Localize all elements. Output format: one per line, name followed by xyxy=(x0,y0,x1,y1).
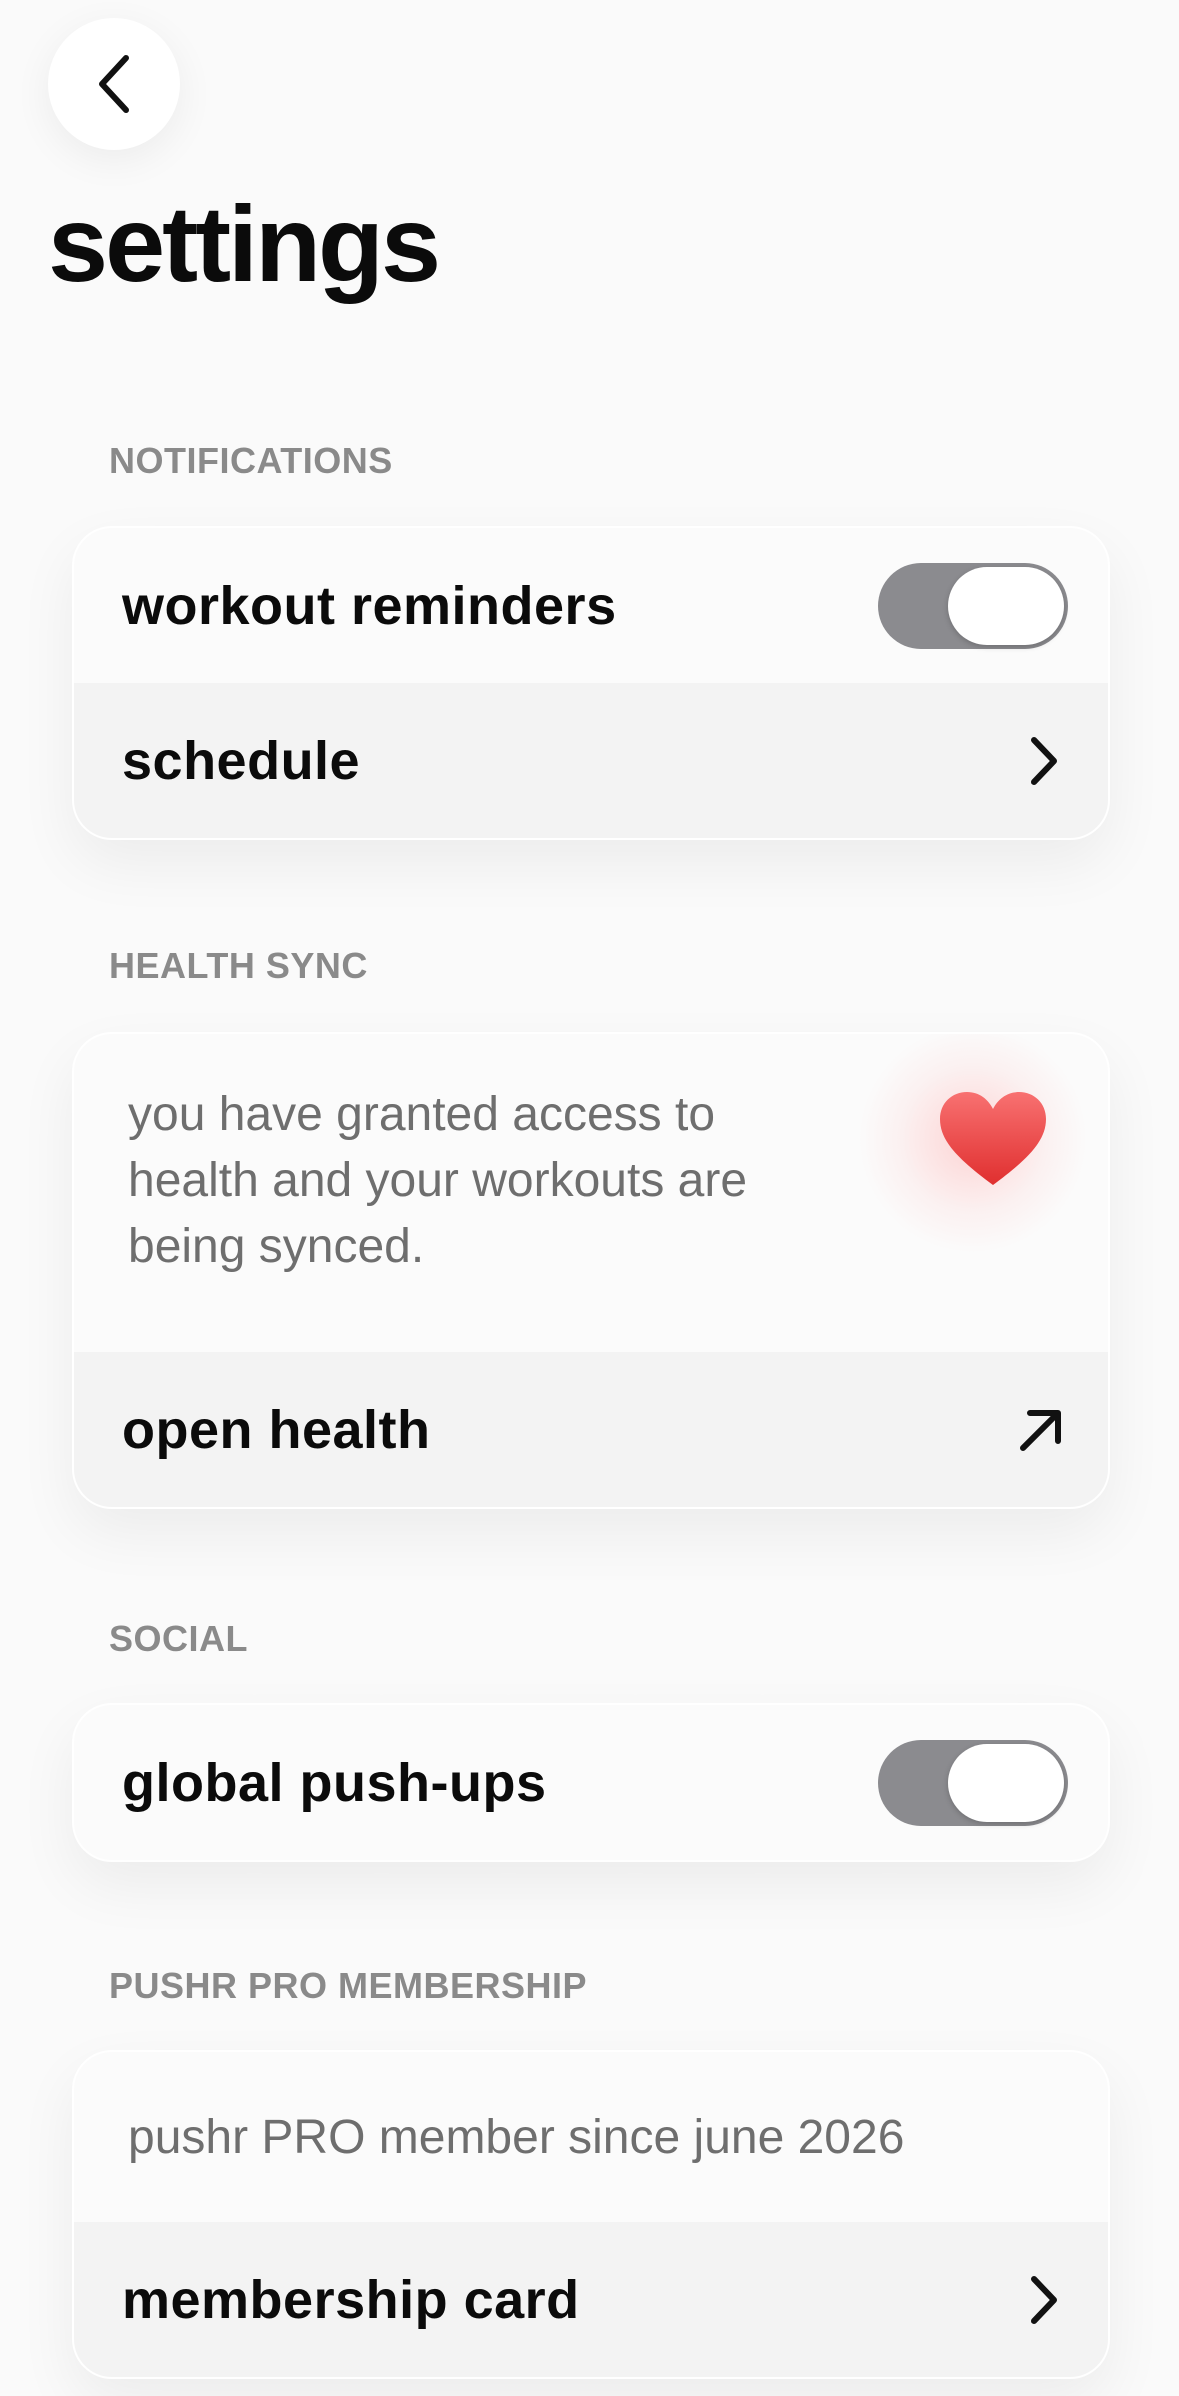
toggle-knob xyxy=(948,566,1064,645)
notifications-card: workout reminders schedule xyxy=(72,526,1110,840)
health-info: you have granted access to health and yo… xyxy=(74,1034,1108,1352)
health-sync-card: you have granted access to health and yo… xyxy=(72,1032,1110,1509)
membership-card-label: membership card xyxy=(122,2269,580,2330)
workout-reminders-row: workout reminders xyxy=(74,528,1108,683)
settings-screen: settings NOTIFICATIONS workout reminders… xyxy=(0,0,1179,2396)
arrow-up-right-icon xyxy=(1020,1409,1061,1451)
chevron-right-icon xyxy=(1031,2275,1057,2324)
health-info-text: you have granted access to health and yo… xyxy=(128,1088,748,1273)
membership-card-section: pushr PRO member since june 2026 members… xyxy=(72,2050,1110,2379)
section-label-social: SOCIAL xyxy=(109,1618,249,1659)
chevron-right-icon xyxy=(1031,736,1057,785)
workout-reminders-toggle[interactable] xyxy=(878,562,1068,649)
chevron-left-icon xyxy=(99,55,129,113)
schedule-label: schedule xyxy=(122,730,361,791)
schedule-row[interactable]: schedule xyxy=(74,683,1108,838)
open-health-label: open health xyxy=(122,1399,431,1460)
open-health-row[interactable]: open health xyxy=(74,1352,1108,1507)
toggle-knob xyxy=(948,1743,1064,1822)
global-pushups-row: global push-ups xyxy=(74,1705,1108,1860)
section-label-health-sync: HEALTH SYNC xyxy=(109,945,368,986)
global-pushups-toggle[interactable] xyxy=(878,1739,1068,1826)
social-card: global push-ups xyxy=(72,1703,1110,1862)
section-label-membership: PUSHR PRO MEMBERSHIP xyxy=(109,1965,588,2006)
page-title: settings xyxy=(48,183,441,304)
member-since-text: pushr PRO member since june 2026 xyxy=(128,2110,905,2164)
heart-icon xyxy=(940,1092,1046,1185)
back-button[interactable] xyxy=(48,18,180,150)
section-label-notifications: NOTIFICATIONS xyxy=(109,440,393,481)
membership-card-row[interactable]: membership card xyxy=(74,2222,1108,2377)
